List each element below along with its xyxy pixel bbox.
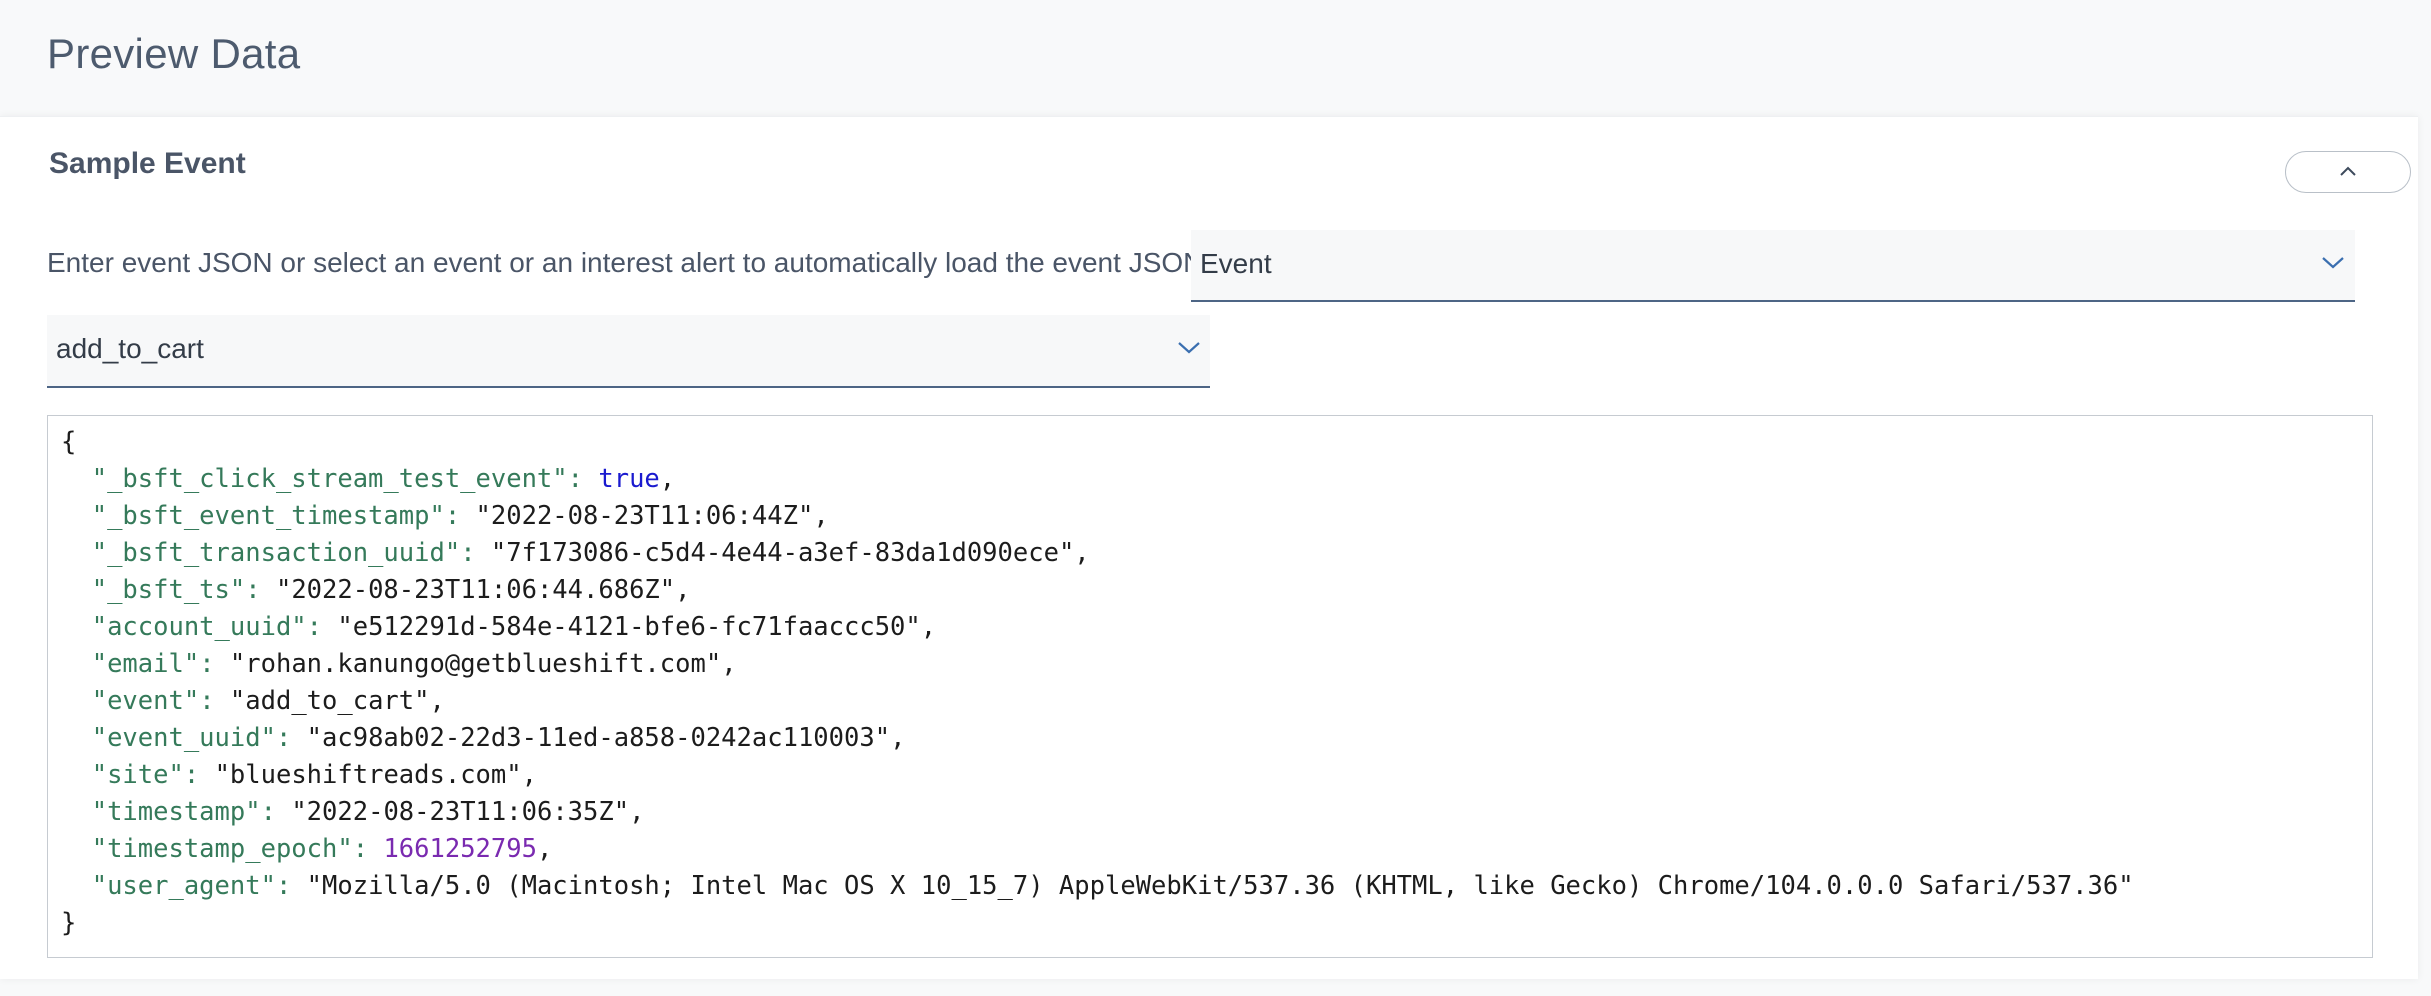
json-line: "account_uuid": "e512291d-584e-4121-bfe6… <box>91 612 937 642</box>
json-value: true <box>598 464 660 494</box>
json-value: "rohan.kanungo@getblueshift.com" <box>229 649 722 679</box>
json-value: "2022-08-23T11:06:44.686Z" <box>275 575 676 605</box>
json-value: "e512291d-584e-4121-bfe6-fc71faaccc50" <box>337 612 921 642</box>
json-line: "timestamp_epoch": 1661252795, <box>91 834 553 864</box>
json-value: "7f173086-c5d4-4e44-a3ef-83da1d090ece" <box>490 538 1075 568</box>
json-line: "user_agent": "Mozilla/5.0 (Macintosh; I… <box>91 871 2134 901</box>
json-key: "event" <box>91 686 200 716</box>
event-source-select[interactable]: Event <box>1191 230 2355 302</box>
json-line: "event": "add_to_cart", <box>91 686 445 716</box>
card-title: Sample Event <box>49 147 246 180</box>
json-key: "account_uuid" <box>91 612 307 642</box>
json-key: "email" <box>91 649 200 679</box>
json-line: "event_uuid": "ac98ab02-22d3-11ed-a858-0… <box>91 723 906 753</box>
json-close-brace: } <box>61 908 77 938</box>
json-key: "_bsft_event_timestamp" <box>91 501 445 531</box>
json-key: "timestamp" <box>91 797 261 827</box>
json-value: "ac98ab02-22d3-11ed-a858-0242ac110003" <box>306 723 891 753</box>
json-value: "add_to_cart" <box>229 686 430 716</box>
json-open-brace: { <box>61 427 77 457</box>
json-key: "_bsft_ts" <box>91 575 246 605</box>
json-line: "_bsft_click_stream_test_event": true, <box>91 464 676 494</box>
json-editor[interactable]: { "_bsft_click_stream_test_event": true,… <box>47 415 2373 958</box>
json-key: "_bsft_click_stream_test_event" <box>91 464 568 494</box>
json-value: 1661252795 <box>383 834 537 864</box>
json-line: "timestamp": "2022-08-23T11:06:35Z", <box>91 797 645 827</box>
page-title: Preview Data <box>47 30 301 77</box>
json-key: "user_agent" <box>91 871 276 901</box>
json-line: "_bsft_transaction_uuid": "7f173086-c5d4… <box>91 538 1090 568</box>
json-line: "email": "rohan.kanungo@getblueshift.com… <box>91 649 737 679</box>
event-name-select[interactable]: add_to_cart <box>47 315 1210 388</box>
chevron-down-icon <box>2322 257 2344 269</box>
json-line: "_bsft_ts": "2022-08-23T11:06:44.686Z", <box>91 575 691 605</box>
collapse-button[interactable] <box>2285 151 2411 193</box>
json-key: "_bsft_transaction_uuid" <box>91 538 461 568</box>
json-key: "site" <box>91 760 184 790</box>
json-line: "_bsft_event_timestamp": "2022-08-23T11:… <box>91 501 829 531</box>
event-name-value: add_to_cart <box>56 333 204 364</box>
json-value: "blueshiftreads.com" <box>214 760 522 790</box>
event-source-value: Event <box>1200 248 1272 279</box>
json-value: "2022-08-23T11:06:44Z" <box>475 501 814 531</box>
sample-event-card: Sample Event Enter event JSON or select … <box>0 116 2418 979</box>
page-header: Preview Data <box>0 0 2431 118</box>
json-value: "Mozilla/5.0 (Macintosh; Intel Mac OS X … <box>306 871 2134 901</box>
json-value: "2022-08-23T11:06:35Z" <box>291 797 630 827</box>
chevron-up-icon <box>2340 166 2356 176</box>
instruction-text: Enter event JSON or select an event or a… <box>47 247 1204 278</box>
json-key: "timestamp_epoch" <box>91 834 353 864</box>
json-key: "event_uuid" <box>91 723 276 753</box>
json-line: "site": "blueshiftreads.com", <box>91 760 537 790</box>
chevron-down-icon <box>1178 342 1200 354</box>
